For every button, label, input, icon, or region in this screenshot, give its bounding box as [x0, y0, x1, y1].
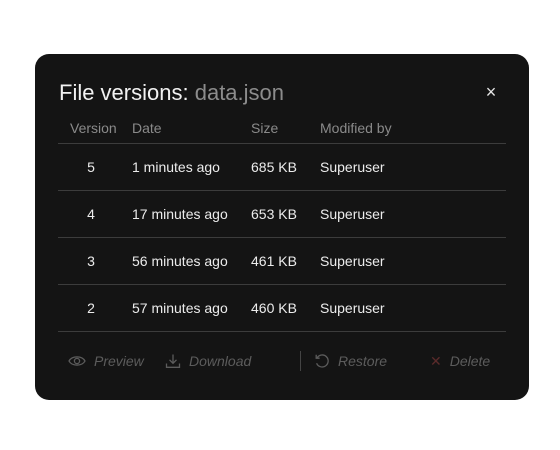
file-versions-dialog: File versions: data.json × Version Date …: [35, 54, 529, 400]
cell-version: 5: [58, 143, 132, 191]
cell-size: 461 KB: [251, 237, 320, 285]
cell-modified-by: Superuser: [320, 143, 506, 191]
close-icon: ✕: [430, 352, 442, 369]
column-header-version: Version: [58, 112, 132, 144]
cell-version: 3: [58, 237, 132, 285]
cell-version: 2: [58, 284, 132, 332]
dialog-title: File versions: data.json: [59, 80, 284, 106]
cell-date: 57 minutes ago: [132, 284, 251, 332]
cell-date: 56 minutes ago: [132, 237, 251, 285]
cell-modified-by: Superuser: [320, 284, 506, 332]
table-row[interactable]: 4 17 minutes ago 653 KB Superuser: [58, 190, 506, 238]
preview-button[interactable]: Preview: [68, 350, 144, 372]
versions-table: Version Date Size Modified by 5 1 minute…: [58, 112, 506, 332]
eye-icon: [68, 354, 86, 368]
close-icon: ×: [485, 82, 497, 102]
download-icon: [165, 353, 181, 369]
toolbar-divider: [300, 351, 301, 371]
delete-label: Delete: [449, 353, 491, 369]
cell-size: 685 KB: [251, 143, 320, 191]
cell-modified-by: Superuser: [320, 190, 506, 238]
table-row[interactable]: 5 1 minutes ago 685 KB Superuser: [58, 143, 506, 191]
cell-version: 4: [58, 190, 132, 238]
restore-icon: [314, 353, 330, 369]
restore-button[interactable]: Restore: [314, 350, 387, 372]
cell-date: 17 minutes ago: [132, 190, 251, 238]
cell-size: 460 KB: [251, 284, 320, 332]
column-header-date: Date: [132, 112, 251, 144]
delete-button[interactable]: ✕ Delete: [430, 350, 490, 372]
table-row[interactable]: 3 56 minutes ago 461 KB Superuser: [58, 237, 506, 285]
restore-label: Restore: [338, 353, 388, 369]
download-label: Download: [189, 353, 252, 369]
cell-size: 653 KB: [251, 190, 320, 238]
cell-date: 1 minutes ago: [132, 143, 251, 191]
preview-label: Preview: [94, 353, 144, 369]
column-header-modified-by: Modified by: [320, 112, 506, 144]
version-actions-toolbar: Preview Download Restore ✕ Delete: [68, 350, 498, 372]
download-button[interactable]: Download: [165, 350, 251, 372]
table-row[interactable]: 2 57 minutes ago 460 KB Superuser: [58, 284, 506, 332]
title-filename: data.json: [194, 80, 285, 105]
cell-modified-by: Superuser: [320, 237, 506, 285]
close-button[interactable]: ×: [481, 82, 501, 102]
table-header-row: Version Date Size Modified by: [58, 112, 506, 144]
column-header-size: Size: [251, 112, 320, 144]
title-prefix: File versions:: [59, 80, 195, 105]
